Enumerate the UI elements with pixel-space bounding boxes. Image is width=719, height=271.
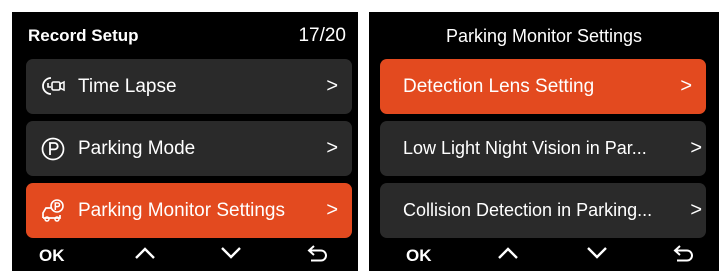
chevron-up-icon[interactable] (134, 246, 156, 271)
menu-item-parking-mode[interactable]: Parking Mode > (26, 121, 352, 176)
screen-header: Record Setup 17/20 (12, 12, 358, 60)
menu-item-parking-monitor-settings[interactable]: Parking Monitor Settings > (26, 183, 352, 238)
chevron-down-icon[interactable] (586, 246, 608, 271)
menu-item-label: Low Light Night Vision in Par... (403, 138, 647, 158)
back-arrow-icon[interactable] (306, 243, 330, 269)
page-counter: 17/20 (298, 25, 346, 46)
menu-item-label: Parking Mode (78, 138, 196, 159)
parking-monitor-settings-screen: Parking Monitor Settings Detection Lens … (369, 12, 719, 271)
parking-car-icon (40, 198, 66, 224)
chevron-right-icon: > (326, 199, 338, 221)
menu-item-collision-detection[interactable]: Collision Detection in Parking... > (380, 183, 706, 238)
menu-item-label: Collision Detection in Parking... (403, 200, 653, 220)
time-lapse-camera-icon (40, 74, 66, 100)
screen-title: Parking Monitor Settings (445, 26, 643, 46)
button-bar: OK (12, 241, 358, 271)
back-arrow-icon[interactable] (672, 243, 696, 269)
chevron-right-icon: > (680, 75, 692, 97)
menu-item-label: Detection Lens Setting (403, 76, 595, 97)
menu-item-label: Time Lapse (78, 76, 177, 97)
chevron-right-icon: > (326, 137, 338, 159)
screen-header: Parking Monitor Settings (369, 12, 719, 60)
record-setup-screen: Record Setup 17/20 Time Lapse > Parking … (12, 12, 358, 271)
button-bar: OK (369, 241, 719, 271)
parking-p-circle-icon (40, 136, 66, 162)
chevron-right-icon: > (690, 199, 702, 221)
chevron-right-icon: > (326, 75, 338, 97)
chevron-right-icon: > (690, 137, 702, 159)
menu-item-low-light-night-vision[interactable]: Low Light Night Vision in Par... > (380, 121, 706, 176)
chevron-up-icon[interactable] (497, 246, 519, 271)
screen-title: Record Setup (28, 26, 139, 45)
chevron-down-icon[interactable] (220, 246, 242, 271)
menu-item-time-lapse[interactable]: Time Lapse > (26, 59, 352, 114)
menu-item-label: Parking Monitor Settings (78, 200, 285, 221)
menu-item-detection-lens-setting[interactable]: Detection Lens Setting > (380, 59, 706, 114)
ok-button[interactable]: OK (406, 243, 432, 269)
ok-button[interactable]: OK (39, 243, 65, 269)
